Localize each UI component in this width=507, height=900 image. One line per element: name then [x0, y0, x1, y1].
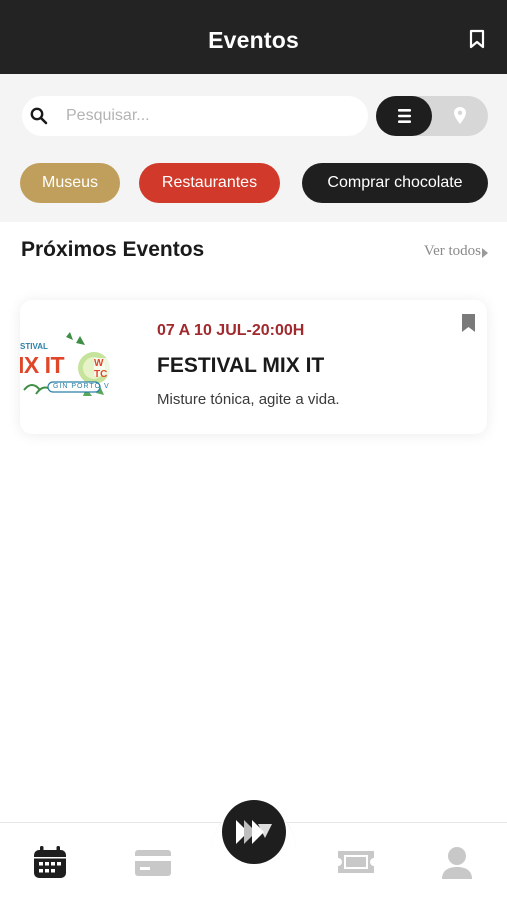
- view-toggle: [376, 96, 488, 136]
- user-icon[interactable]: [440, 845, 474, 879]
- calendar-icon[interactable]: [33, 845, 67, 879]
- app-header: Eventos: [0, 0, 507, 74]
- filter-chip-museus[interactable]: Museus: [20, 163, 120, 203]
- event-description: Misture tónica, agite a vida.: [157, 391, 340, 408]
- event-logo-text: IX IT: [20, 352, 65, 378]
- see-all-link[interactable]: Ver todos: [424, 243, 481, 260]
- event-date: 07 A 10 JUL-20:00H: [157, 322, 305, 339]
- chevron-right-icon[interactable]: [482, 248, 488, 258]
- bookmark-icon[interactable]: [462, 314, 475, 332]
- search-input[interactable]: [66, 96, 356, 136]
- card-icon[interactable]: [134, 845, 171, 879]
- event-logo: STIVAL IX IT W TC GIN PORTO V: [20, 330, 112, 406]
- filter-zone: Museus Restaurantes Comprar chocolate: [0, 74, 507, 222]
- list-icon: [398, 109, 411, 123]
- search-bar: [22, 96, 368, 136]
- map-pin-icon: [454, 107, 466, 124]
- section-title: Próximos Eventos: [21, 238, 205, 261]
- page-title: Eventos: [208, 27, 299, 53]
- map-view-button[interactable]: [432, 96, 488, 136]
- filter-chip-restaurantes[interactable]: Restaurantes: [139, 163, 280, 203]
- events-screen: Eventos Pesquisar... Museus Restaurantes…: [0, 0, 507, 900]
- search-icon: [30, 107, 48, 125]
- list-view-button[interactable]: [376, 96, 432, 136]
- bookmark-icon[interactable]: [469, 29, 485, 49]
- filter-chip-comprar-chocolate[interactable]: Comprar chocolate: [302, 163, 488, 203]
- home-logo-icon[interactable]: [222, 800, 286, 864]
- ticket-icon[interactable]: [337, 845, 374, 879]
- event-title: FESTIVAL MIX IT: [157, 354, 325, 377]
- event-card[interactable]: STIVAL IX IT W TC GIN PORTO V 07 A 10 JUL…: [20, 300, 487, 434]
